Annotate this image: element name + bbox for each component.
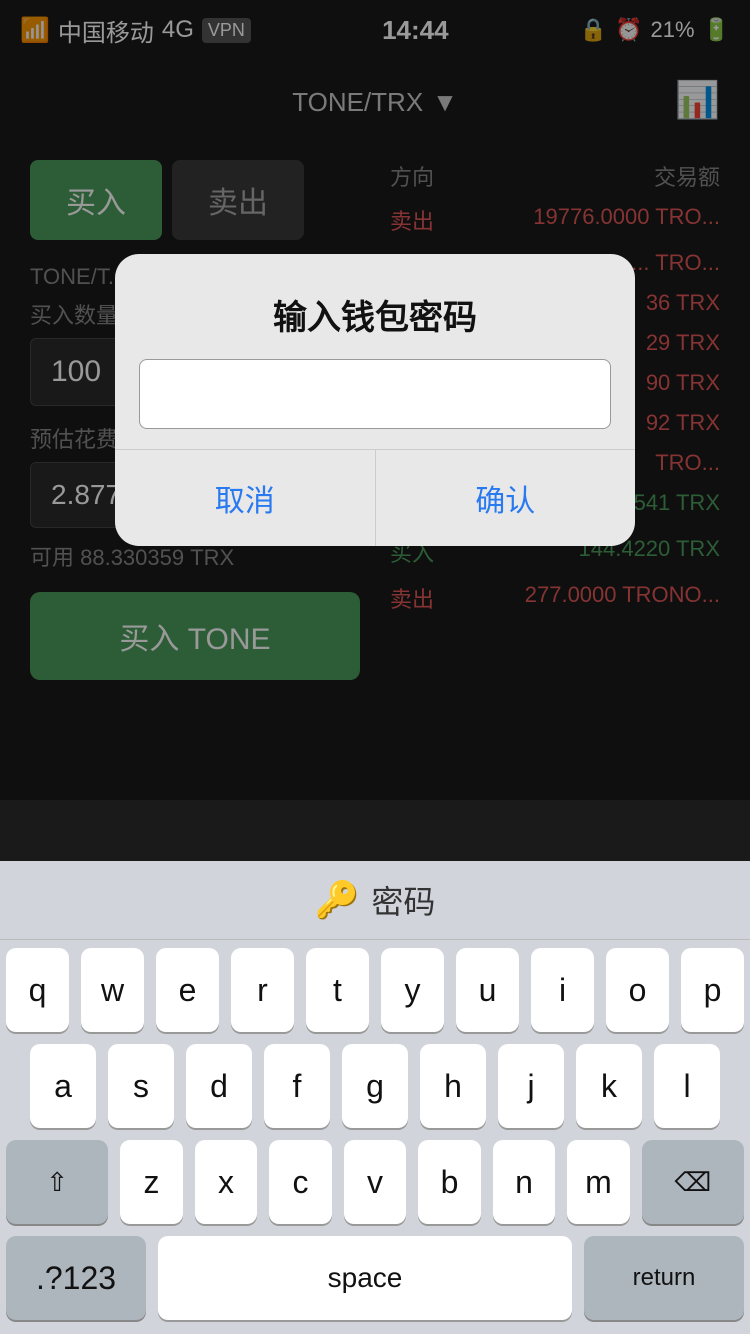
- modal-overlay: 输入钱包密码 取消 确认: [0, 0, 750, 800]
- key-l[interactable]: l: [654, 1044, 720, 1128]
- confirm-button[interactable]: 确认: [376, 450, 636, 546]
- key-v[interactable]: v: [344, 1140, 407, 1224]
- key-k[interactable]: k: [576, 1044, 642, 1128]
- modal-title: 输入钱包密码: [115, 254, 635, 359]
- key-z[interactable]: z: [120, 1140, 183, 1224]
- cancel-button[interactable]: 取消: [115, 450, 376, 546]
- key-g[interactable]: g: [342, 1044, 408, 1128]
- key-n[interactable]: n: [493, 1140, 556, 1224]
- key-w[interactable]: w: [81, 948, 144, 1032]
- modal-buttons: 取消 确认: [115, 449, 635, 546]
- key-p[interactable]: p: [681, 948, 744, 1032]
- key-y[interactable]: y: [381, 948, 444, 1032]
- key-o[interactable]: o: [606, 948, 669, 1032]
- key-m[interactable]: m: [567, 1140, 630, 1224]
- modal-input-wrap: [115, 359, 635, 449]
- keyboard-row-1: qwertyuiop: [6, 948, 744, 1032]
- key-r[interactable]: r: [231, 948, 294, 1032]
- keyboard-hint-text: 密码: [371, 877, 435, 923]
- key-q[interactable]: q: [6, 948, 69, 1032]
- numeric-key[interactable]: .?123: [6, 1236, 146, 1320]
- key-x[interactable]: x: [195, 1140, 258, 1224]
- key-i[interactable]: i: [531, 948, 594, 1032]
- key-u[interactable]: u: [456, 948, 519, 1032]
- delete-key[interactable]: ⌫: [642, 1140, 744, 1224]
- key-d[interactable]: d: [186, 1044, 252, 1128]
- key-a[interactable]: a: [30, 1044, 96, 1128]
- key-c[interactable]: c: [269, 1140, 332, 1224]
- key-f[interactable]: f: [264, 1044, 330, 1128]
- space-key[interactable]: space: [158, 1236, 572, 1320]
- key-j[interactable]: j: [498, 1044, 564, 1128]
- key-icon: 🔑: [315, 879, 360, 921]
- key-t[interactable]: t: [306, 948, 369, 1032]
- keyboard-hint: 🔑 密码: [0, 861, 750, 940]
- return-key[interactable]: return: [584, 1236, 744, 1320]
- keyboard-area: 🔑 密码 qwertyuiop asdfghjkl ⇧zxcvbnm⌫ .?12…: [0, 861, 750, 1334]
- key-h[interactable]: h: [420, 1044, 486, 1128]
- keyboard-row-bottom: .?123spacereturn: [6, 1236, 744, 1320]
- key-b[interactable]: b: [418, 1140, 481, 1224]
- key-s[interactable]: s: [108, 1044, 174, 1128]
- keyboard-rows: qwertyuiop asdfghjkl ⇧zxcvbnm⌫ .?123spac…: [0, 940, 750, 1334]
- shift-key[interactable]: ⇧: [6, 1140, 108, 1224]
- key-e[interactable]: e: [156, 948, 219, 1032]
- keyboard-row-2: asdfghjkl: [6, 1044, 744, 1128]
- password-modal: 输入钱包密码 取消 确认: [115, 254, 635, 546]
- password-input[interactable]: [139, 359, 611, 429]
- keyboard-row-3: ⇧zxcvbnm⌫: [6, 1140, 744, 1224]
